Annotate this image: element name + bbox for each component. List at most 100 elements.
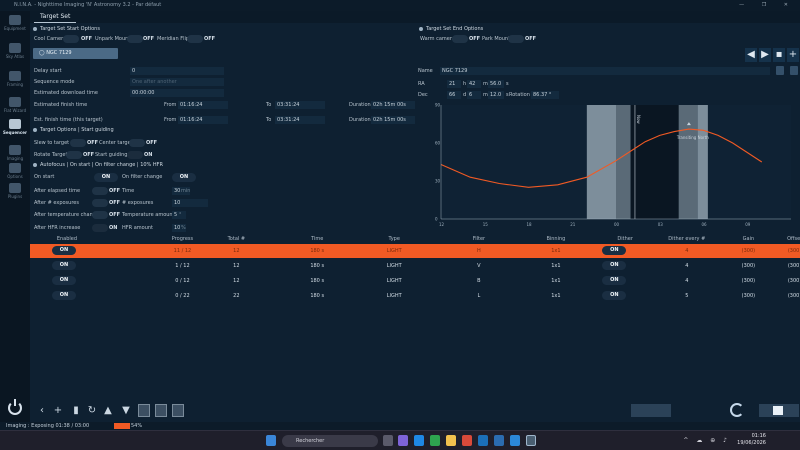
- sidebar-item-framing[interactable]: Framing: [0, 71, 30, 87]
- prev-target-icon[interactable]: ◀: [745, 48, 757, 62]
- edit-icon[interactable]: [631, 404, 671, 417]
- af-hfr-toggle[interactable]: [92, 224, 108, 232]
- column-header: Offset: [787, 236, 800, 242]
- sidebar-item-sequencer[interactable]: Sequencer: [0, 119, 30, 135]
- dither-toggle[interactable]: ON: [602, 276, 627, 285]
- tab-bar: Target Set: [30, 11, 800, 23]
- task-view-icon[interactable]: [383, 435, 393, 446]
- open-folder-icon[interactable]: [172, 404, 184, 417]
- est-finish-this-to: 03:31:24: [275, 116, 325, 124]
- af-temp-state: OFF: [109, 212, 121, 218]
- table-cell: LIGHT: [386, 248, 402, 254]
- dither-toggle[interactable]: ON: [602, 246, 627, 255]
- add-icon[interactable]: +: [52, 404, 64, 417]
- app-icon[interactable]: [462, 435, 472, 446]
- save-icon[interactable]: ▪: [773, 48, 785, 62]
- from-label: From: [164, 102, 177, 108]
- edge-icon[interactable]: [510, 435, 520, 446]
- teams-icon[interactable]: [398, 435, 408, 446]
- af-hfr-field-label: HFR amount: [122, 225, 153, 231]
- location-icon[interactable]: [776, 66, 784, 75]
- af-temp-toggle[interactable]: [92, 211, 108, 219]
- system-tray[interactable]: ^ ☁ ⊕ ♪: [683, 437, 730, 444]
- ra-minutes[interactable]: 42: [467, 80, 481, 88]
- sequence-mode-select[interactable]: One after another: [130, 78, 224, 86]
- unpark-toggle[interactable]: [127, 35, 143, 43]
- enabled-toggle[interactable]: ON: [52, 276, 76, 285]
- table-row[interactable]: ON 1 / 12 12 180 s LIGHT V 1x1 ON 4 (300) (300): [30, 259, 800, 273]
- dec-minutes[interactable]: 6: [467, 91, 481, 99]
- move-up-icon[interactable]: ▲: [102, 404, 114, 417]
- taskbar-clock[interactable]: 01:16 19/06/2026: [737, 433, 766, 447]
- duration-label: Duration: [349, 117, 371, 123]
- altitude-chart: Now Transiting North 12 15 18 21 00 03 06 09030…: [435, 103, 791, 227]
- power-icon[interactable]: [8, 399, 22, 415]
- column-header: Type: [388, 236, 400, 242]
- dither-toggle[interactable]: ON: [602, 261, 627, 270]
- park-toggle[interactable]: [508, 35, 524, 43]
- sidebar-item-options[interactable]: Options: [0, 163, 30, 179]
- af-exp-input[interactable]: 10: [172, 199, 208, 207]
- warm-camera-label: Warm camera: [420, 36, 455, 42]
- start-icon[interactable]: [266, 435, 276, 446]
- add-target-icon[interactable]: +: [787, 48, 799, 62]
- rotate-toggle[interactable]: [66, 151, 82, 159]
- af-on-start-toggle[interactable]: ON: [94, 173, 118, 182]
- explorer-icon[interactable]: [446, 435, 456, 446]
- af-time-toggle[interactable]: [92, 187, 108, 195]
- tab-target-set[interactable]: Target Set: [34, 11, 77, 23]
- nina-app-icon[interactable]: [526, 435, 536, 446]
- cool-camera-toggle[interactable]: [63, 35, 79, 43]
- sidebar-item-sky-atlas[interactable]: Sky Atlas: [0, 43, 30, 59]
- sidebar-item-equipment[interactable]: Equipment: [0, 15, 30, 31]
- ra-hours[interactable]: 21: [447, 80, 461, 88]
- warm-camera-toggle[interactable]: [452, 35, 468, 43]
- enabled-toggle[interactable]: ON: [52, 261, 76, 270]
- meridian-toggle[interactable]: [187, 35, 203, 43]
- table-cell: L: [477, 293, 481, 299]
- save-as-icon[interactable]: [155, 404, 167, 417]
- sidebar-item-flat-wizard[interactable]: Flat Wizard: [0, 97, 30, 113]
- dec-seconds[interactable]: 12.0: [488, 91, 504, 99]
- table-row[interactable]: ON 0 / 12 12 180 s LIGHT B 1x1 ON 4 (300) (300): [30, 274, 800, 288]
- table-cell: 1x1: [551, 263, 561, 269]
- ra-seconds[interactable]: 56.0: [488, 80, 504, 88]
- table-row[interactable]: ON 11 / 12 12 180 s LIGHT H 1x1 ON 4 (300) (300): [30, 244, 800, 258]
- move-down-icon[interactable]: ▼: [120, 404, 132, 417]
- back-icon[interactable]: ‹: [36, 404, 48, 417]
- refresh-icon[interactable]: [790, 66, 798, 75]
- sidebar-item-plugins[interactable]: Plugins: [0, 183, 30, 199]
- dec-degrees[interactable]: 66: [447, 91, 461, 99]
- next-target-icon[interactable]: ▶: [759, 48, 771, 62]
- target-options-header: Target Options | Start guiding: [33, 127, 114, 133]
- app-icon[interactable]: [478, 435, 488, 446]
- status-text: Imaging : Exposing 01:38 / 03:00: [6, 423, 90, 429]
- rotation-input[interactable]: 86.37 °: [531, 91, 559, 99]
- dither-toggle[interactable]: ON: [602, 291, 627, 300]
- table-row[interactable]: ON 0 / 22 22 180 s LIGHT L 1x1 ON 5 (300) (300): [30, 289, 800, 303]
- enabled-toggle[interactable]: ON: [52, 291, 76, 300]
- window-controls[interactable]: — ❐ ✕: [739, 0, 796, 11]
- edge-icon[interactable]: [414, 435, 424, 446]
- reset-icon[interactable]: ↻: [86, 404, 98, 417]
- app-icon[interactable]: [494, 435, 504, 446]
- stop-button[interactable]: [759, 404, 799, 417]
- delay-start-input[interactable]: 0: [130, 67, 224, 75]
- af-exp-toggle[interactable]: [92, 199, 108, 207]
- slew-toggle[interactable]: [70, 139, 86, 147]
- enabled-toggle[interactable]: ON: [52, 246, 76, 255]
- taskbar-search[interactable]: Rechercher: [282, 435, 378, 447]
- guide-toggle[interactable]: [127, 151, 143, 159]
- af-on-filter-toggle[interactable]: ON: [172, 173, 196, 182]
- status-bar: Imaging : Exposing 01:38 / 03:00 54%: [0, 422, 800, 430]
- af-on-start-label: On start: [34, 174, 55, 180]
- save-sequence-icon[interactable]: [138, 404, 150, 417]
- app-icon[interactable]: [430, 435, 440, 446]
- sidebar-item-imaging[interactable]: Imaging: [0, 145, 30, 161]
- target-tab-button[interactable]: ◯ NGC 7129: [33, 48, 118, 59]
- unpark-label: Unpark Mount: [95, 36, 131, 42]
- delete-icon[interactable]: ▮: [70, 404, 82, 417]
- target-name-input[interactable]: NGC 7129: [440, 67, 770, 75]
- center-toggle[interactable]: [129, 139, 145, 147]
- duration-label: Duration: [349, 102, 371, 108]
